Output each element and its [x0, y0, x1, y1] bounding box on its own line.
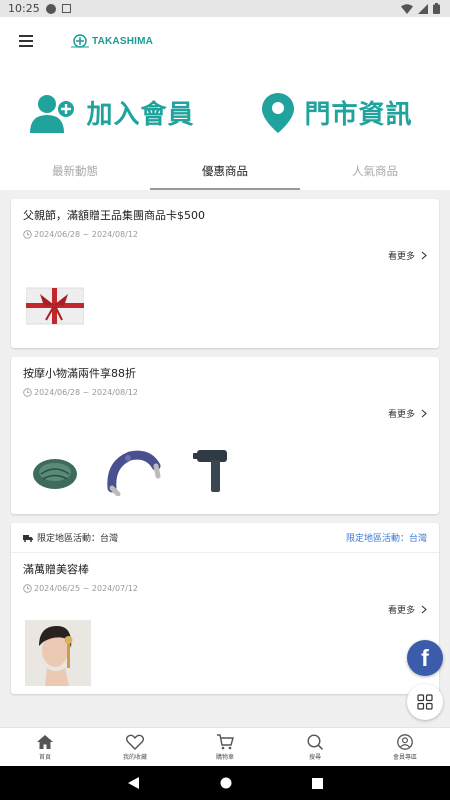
promotion-date-text: 2024/06/25 ~ 2024/07/12	[34, 584, 139, 593]
notification-icon	[45, 3, 56, 14]
status-time: 10:25	[8, 2, 40, 15]
join-member-label: 加入會員	[86, 100, 195, 130]
product-thumbnails	[23, 262, 427, 348]
battery-icon	[433, 3, 440, 14]
nav-home[interactable]: 首頁	[0, 728, 90, 766]
promotion-date-text: 2024/06/28 ~ 2024/08/12	[34, 230, 139, 239]
neck-massager-image[interactable]	[103, 442, 163, 502]
promotion-title: 按摩小物滿兩件享88折	[23, 367, 136, 380]
add-user-icon	[30, 94, 77, 133]
chevron-right-icon	[421, 605, 427, 614]
gift-card-image[interactable]	[25, 276, 85, 336]
nav-favorites[interactable]: 我的收藏	[90, 728, 180, 766]
clock-icon	[23, 584, 32, 593]
heart-icon	[126, 734, 144, 750]
massage-pillow-image[interactable]	[25, 442, 85, 502]
bottom-navigation: 首頁 我的收藏 購物車 搜尋 會員專區	[0, 727, 450, 766]
see-more-label: 看更多	[387, 410, 415, 420]
system-navigation-bar	[0, 766, 450, 800]
see-more-label: 看更多	[387, 252, 415, 262]
store-info-button[interactable]: 門市資訊	[225, 92, 450, 133]
tab-popular[interactable]: 人氣商品	[300, 160, 450, 190]
region-link[interactable]: 限定地區活動：台灣	[346, 531, 427, 544]
tab-promotions[interactable]: 優惠商品	[150, 160, 300, 190]
promotion-title: 滿萬贈美容棒	[23, 563, 89, 576]
store-info-label: 門市資訊	[304, 100, 413, 130]
promotion-date: 2024/06/25 ~ 2024/07/12	[23, 584, 427, 593]
facebook-icon: f	[421, 644, 429, 671]
clock-icon	[23, 388, 32, 397]
truck-icon	[23, 534, 33, 542]
search-icon	[307, 733, 324, 750]
promotion-date: 2024/06/28 ~ 2024/08/12	[23, 230, 427, 239]
promotion-card[interactable]: 限定地區活動：台灣 限定地區活動：台灣 滿萬贈美容棒 2024/06/25 ~ …	[11, 523, 439, 694]
cart-icon	[217, 733, 234, 749]
category-tabs: 最新動態 優惠商品 人氣商品	[0, 160, 450, 190]
clock-icon	[23, 230, 32, 239]
user-icon	[397, 733, 413, 750]
nav-search-label: 搜尋	[308, 753, 321, 761]
chevron-right-icon	[421, 409, 427, 418]
nav-cart-label: 購物車	[215, 753, 234, 761]
see-more-label: 看更多	[387, 606, 415, 616]
promotion-list: 父親節，滿額贈王品集團商品卡$500 2024/06/28 ~ 2024/08/…	[0, 190, 450, 694]
see-more-link[interactable]: 看更多	[23, 249, 427, 262]
hero-shortcuts: 加入會員 門市資訊	[0, 65, 450, 160]
nav-favorites-label: 我的收藏	[122, 753, 147, 761]
facebook-button[interactable]: f	[407, 640, 443, 676]
promotion-date-text: 2024/06/28 ~ 2024/08/12	[34, 388, 139, 397]
chevron-right-icon	[421, 251, 427, 260]
status-bar: 10:25	[0, 0, 450, 17]
nav-member-area[interactable]: 會員專區	[360, 728, 450, 766]
see-more-link[interactable]: 看更多	[23, 407, 427, 420]
promotion-title: 父親節，滿額贈王品集團商品卡$500	[23, 209, 205, 222]
app-header: TAKASHIMA	[0, 17, 450, 65]
hamburger-menu-icon[interactable]	[19, 35, 33, 47]
notification-square-icon	[61, 4, 71, 13]
recents-icon[interactable]	[311, 774, 323, 793]
nav-home-label: 首頁	[38, 753, 51, 761]
product-thumbnails	[23, 616, 427, 694]
grid-menu-button[interactable]	[407, 684, 443, 720]
nav-member-area-label: 會員專區	[392, 753, 417, 761]
beauty-roller-model-image[interactable]	[25, 620, 91, 686]
location-pin-icon	[262, 92, 295, 133]
nav-search[interactable]: 搜尋	[270, 728, 360, 766]
home-icon	[37, 734, 53, 749]
join-member-button[interactable]: 加入會員	[0, 93, 225, 133]
promotion-card[interactable]: 按摩小物滿兩件享88折 2024/06/28 ~ 2024/08/12 看更多	[11, 357, 439, 514]
wifi-icon	[401, 3, 413, 14]
logo-mark-icon	[71, 34, 89, 48]
grid-icon	[417, 694, 433, 710]
logo-text: TAKASHIMA	[92, 35, 154, 47]
nav-cart[interactable]: 購物車	[180, 728, 270, 766]
tab-latest-news[interactable]: 最新動態	[0, 160, 150, 190]
promotion-card[interactable]: 父親節，滿額贈王品集團商品卡$500 2024/06/28 ~ 2024/08/…	[11, 199, 439, 348]
massage-gun-image[interactable]	[181, 442, 241, 502]
signal-icon	[418, 3, 428, 14]
see-more-link[interactable]: 看更多	[23, 603, 427, 616]
promotion-date: 2024/06/28 ~ 2024/08/12	[23, 388, 427, 397]
region-restriction-row: 限定地區活動：台灣 限定地區活動：台灣	[11, 523, 439, 553]
product-thumbnails	[23, 420, 427, 514]
takashima-logo[interactable]: TAKASHIMA	[71, 34, 153, 48]
back-icon[interactable]	[127, 774, 140, 793]
home-circle-icon[interactable]	[220, 774, 232, 793]
region-label: 限定地區活動：台灣	[37, 534, 119, 544]
